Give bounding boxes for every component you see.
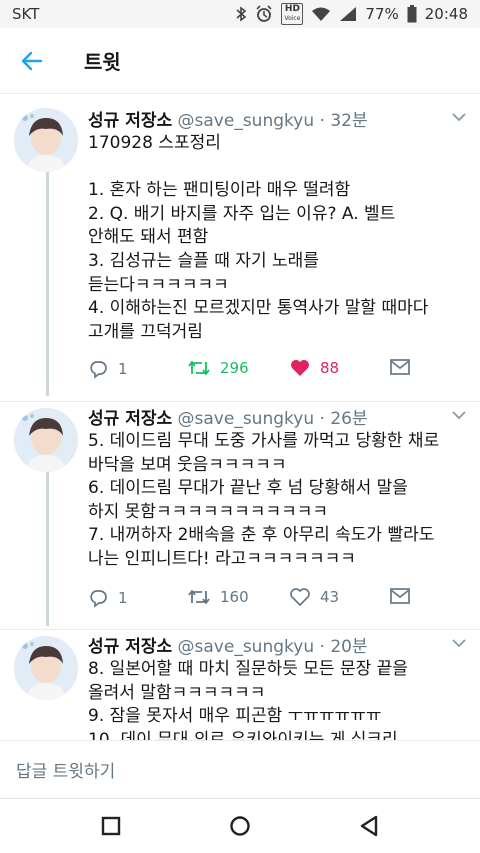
battery-icon: [407, 5, 417, 23]
tweet-time: · 32분: [319, 111, 368, 131]
square-icon: [101, 816, 121, 836]
tweet-text-line: 9. 잠을 못자서 매우 피곤함 ㅜㅠㅠㅠㅠㅠ: [88, 706, 382, 727]
tweet-text-line: 1. 혼자 하는 팬미팅이라 매우 떨려함: [88, 180, 351, 201]
user-handle[interactable]: @save_sungkyu: [178, 637, 315, 657]
tweet-header: 성규 저장소 @save_sungkyu · 32분: [88, 106, 368, 131]
tweet-text-line: 바닥을 보며 웃음ㅋㅋㅋㅋㅋ: [88, 454, 287, 475]
wifi-icon: [312, 7, 331, 21]
tweet-text-line: 170928 스포정리: [88, 133, 221, 153]
reply-button[interactable]: 1: [88, 588, 128, 608]
tweet-text-line: 듣는다ㅋㅋㅋㅋㅋㅋ: [88, 274, 229, 295]
page-title: 트윗: [84, 50, 121, 74]
tweet-text: 8. 일본어할 때 마치 질문하듯 모든 문장 끝을 올려서 말함ㅋㅋㅋㅋㅋㅋ …: [88, 658, 462, 740]
system-nav-bar: [0, 798, 480, 853]
envelope-icon: [390, 588, 410, 604]
like-count: 88: [320, 359, 340, 377]
circle-icon: [230, 816, 250, 836]
user-handle[interactable]: @save_sungkyu: [178, 409, 315, 429]
tweet-text: 5. 데이드림 무대 도중 가사를 까먹고 당황한 채로 바닥을 보며 웃음ㅋㅋ…: [88, 430, 462, 572]
tweet-text-line: 8. 일본어할 때 마치 질문하듯 모든 문장 끝을: [88, 659, 408, 679]
heart-outline-icon: [290, 588, 310, 606]
bluetooth-icon: [236, 6, 247, 22]
app-header: 트윗: [0, 28, 480, 94]
tweet-text-line: 10. 데이 무대 의로 유키와이키는 게 심크리: [88, 729, 398, 740]
chevron-down-icon[interactable]: [452, 410, 466, 420]
tweet[interactable]: 성규 저장소 @save_sungkyu · 26분 5. 데이드림 무대 도중…: [0, 402, 480, 622]
battery-percent: 77%: [365, 5, 399, 23]
tweet-text-line: 6. 데이드림 무대가 끝난 후 넘 당황해서 말을: [88, 478, 408, 499]
like-count: 43: [320, 588, 340, 606]
tweet-time: · 26분: [319, 409, 368, 429]
tweet-text-line: 5. 데이드림 무대 도중 가사를 까먹고 당황한 채로: [88, 431, 440, 451]
tweet-text-line: 2. Q. 배기 바지를 자주 입는 이유? A. 벨트: [88, 203, 396, 224]
retweet-count: 160: [220, 588, 249, 606]
home-button[interactable]: [225, 811, 255, 841]
hd-label: HD: [284, 4, 300, 14]
avatar[interactable]: [14, 408, 78, 472]
tweet[interactable]: 성규 저장소 @save_sungkyu · 20분 8. 일본어할 때 마치 …: [0, 630, 480, 740]
tweet-actions: 1 296 88: [88, 359, 468, 385]
voice-label: Voice: [284, 15, 301, 22]
back-nav-button[interactable]: [354, 811, 384, 841]
display-name[interactable]: 성규 저장소: [88, 637, 172, 657]
tweet-text-line: 하지 못함ㅋㅋㅋㅋㅋㅋㅋㅋㅋㅋㅋ: [88, 501, 329, 522]
clock: 20:48: [424, 5, 468, 23]
chevron-down-icon[interactable]: [452, 638, 466, 648]
carrier-label: SKT: [12, 5, 40, 23]
tweet-text-line: 4. 이해하는진 모르겠지만 통역사가 말할 때마다: [88, 298, 429, 319]
retweet-button[interactable]: 160: [188, 588, 249, 606]
tweet-text-line: 3. 김성규는 슬플 때 자기 노래를: [88, 250, 319, 271]
direct-message-button[interactable]: [390, 588, 410, 604]
tweet-time: · 20분: [319, 637, 368, 657]
tweet-text-line: 7. 내꺼하자 2배속을 춘 후 아무리 속도가 빨라도: [88, 525, 435, 546]
retweet-icon: [188, 589, 210, 605]
reply-count: 1: [118, 589, 128, 607]
reply-button[interactable]: 1: [88, 359, 128, 379]
avatar[interactable]: [14, 636, 78, 700]
status-bar: SKT HD Voice 77% 20:48: [0, 0, 480, 28]
alarm-icon: [256, 5, 273, 22]
display-name[interactable]: 성규 저장소: [88, 111, 172, 131]
reply-icon: [90, 361, 107, 379]
tweet[interactable]: 성규 저장소 @save_sungkyu · 32분 170928 스포정리 1…: [0, 94, 480, 394]
back-arrow-icon: [21, 51, 43, 70]
user-handle[interactable]: @save_sungkyu: [178, 111, 315, 131]
heart-icon: [291, 360, 309, 376]
chevron-down-icon[interactable]: [452, 112, 466, 122]
tweet-text-line: [88, 156, 462, 180]
retweet-icon: [188, 360, 210, 376]
retweet-count: 296: [220, 359, 249, 377]
tweet-text-line: 고개를 끄덕거림: [88, 321, 203, 342]
direct-message-button[interactable]: [390, 359, 410, 375]
reply-count: 1: [118, 360, 128, 378]
envelope-icon: [390, 359, 410, 375]
tweet-text-line: 나는 인피니트다! 라고ㅋㅋㅋㅋㅋㅋㅋ: [88, 548, 356, 569]
tweet-thread: 성규 저장소 @save_sungkyu · 32분 170928 스포정리 1…: [0, 94, 480, 740]
tweet-header: 성규 저장소 @save_sungkyu · 26분: [88, 404, 368, 429]
like-button[interactable]: 43: [290, 588, 339, 606]
hd-voice-icon: HD Voice: [281, 3, 304, 25]
retweet-button[interactable]: 296: [188, 359, 249, 377]
tweet-text: 170928 스포정리 1. 혼자 하는 팬미팅이라 매우 떨려함 2. Q. …: [88, 132, 462, 344]
reply-input[interactable]: 답글 트윗하기: [16, 757, 115, 782]
tweet-actions: 1 160 43: [88, 588, 468, 614]
triangle-back-icon: [360, 815, 378, 837]
tweet-text-line: 안해도 돼서 편함: [88, 227, 209, 248]
tweet-text-line: 올려서 말함ㅋㅋㅋㅋㅋㅋ: [88, 682, 266, 703]
signal-icon: [340, 7, 357, 21]
like-button[interactable]: 88: [290, 359, 339, 377]
tweet-header: 성규 저장소 @save_sungkyu · 20분: [88, 632, 368, 657]
avatar[interactable]: [14, 108, 78, 172]
display-name[interactable]: 성규 저장소: [88, 409, 172, 429]
reply-composer[interactable]: 답글 트윗하기: [0, 740, 480, 798]
reply-icon: [90, 590, 107, 608]
recents-button[interactable]: [96, 811, 126, 841]
back-button[interactable]: [0, 28, 64, 94]
